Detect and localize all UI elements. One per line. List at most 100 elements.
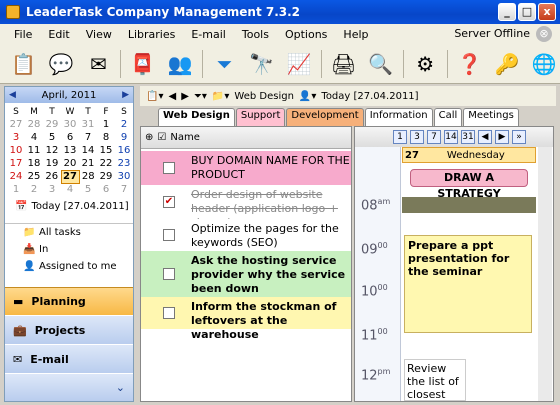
comment-icon[interactable]: 💬 bbox=[45, 48, 76, 80]
calendar-day[interactable]: 11 bbox=[25, 144, 43, 157]
user-filter-icon[interactable]: 👤▾ bbox=[299, 91, 316, 102]
calendar-day[interactable]: 31 bbox=[79, 118, 97, 131]
calendar-day[interactable]: 16 bbox=[115, 144, 133, 157]
nav-projects[interactable]: 💼 Projects bbox=[5, 316, 133, 344]
schedule-scrollbar[interactable] bbox=[538, 147, 552, 401]
tab-call[interactable]: Call bbox=[433, 108, 463, 126]
nav-more-button[interactable]: ⌄ bbox=[5, 374, 133, 401]
calendar-day[interactable]: 28 bbox=[25, 118, 43, 131]
calendar-day[interactable]: 2 bbox=[115, 118, 133, 131]
calendar-day[interactable]: 23 bbox=[115, 157, 133, 170]
tab-meetings[interactable]: Meetings bbox=[463, 108, 519, 126]
calendar-day[interactable]: 30 bbox=[61, 118, 79, 131]
view-31-days-button[interactable]: 31 bbox=[461, 130, 475, 144]
settings-gear-icon[interactable]: ⚙ bbox=[410, 48, 441, 80]
minimize-button[interactable]: _ bbox=[498, 3, 516, 21]
calendar-day[interactable]: 22 bbox=[97, 157, 115, 170]
calendar-day[interactable]: 29 bbox=[43, 118, 61, 131]
task-row[interactable]: BUY DOMAIN NAME FOR THE PRODUCT bbox=[141, 151, 351, 185]
help-icon[interactable]: ❓ bbox=[454, 48, 485, 80]
event-banner[interactable]: DRAW A STRATEGY bbox=[410, 169, 528, 200]
mail-icon[interactable]: ✉ bbox=[83, 48, 114, 80]
calendar-day[interactable]: 5 bbox=[43, 131, 61, 144]
view-3-days-button[interactable]: 3 bbox=[410, 130, 424, 144]
print-preview-icon[interactable]: 🔍 bbox=[365, 48, 396, 80]
calendar-day[interactable]: 4 bbox=[25, 131, 43, 144]
calendar-day[interactable]: 6 bbox=[61, 131, 79, 144]
calendar-day[interactable]: 30 bbox=[115, 170, 133, 183]
menu-email[interactable]: E-mail bbox=[183, 28, 234, 41]
task-row[interactable]: Ask the hosting service provider why the… bbox=[141, 251, 351, 297]
calendar-day[interactable]: 12 bbox=[43, 144, 61, 157]
globe-icon[interactable]: 🌐 bbox=[529, 48, 560, 80]
calendar-day[interactable]: 4 bbox=[61, 183, 79, 196]
calendar-day[interactable]: 15 bbox=[97, 144, 115, 157]
view-14-days-button[interactable]: 14 bbox=[444, 130, 458, 144]
tab-support[interactable]: Support bbox=[235, 108, 286, 126]
expand-icon[interactable]: ⊕ bbox=[145, 132, 153, 143]
view-1-days-button[interactable]: 1 bbox=[393, 130, 407, 144]
prev-month-icon[interactable]: ◀ bbox=[9, 90, 16, 100]
calendar-day[interactable]: 5 bbox=[79, 183, 97, 196]
menu-options[interactable]: Options bbox=[277, 28, 335, 41]
calendar-day[interactable]: 8 bbox=[97, 131, 115, 144]
folder-dropdown-icon[interactable]: 📁▾ bbox=[212, 91, 229, 102]
task-checkbox[interactable]: ✔ bbox=[163, 196, 175, 208]
menu-view[interactable]: View bbox=[78, 28, 120, 41]
key-icon[interactable]: 🔑 bbox=[491, 48, 522, 80]
calendar-day[interactable]: 26 bbox=[43, 170, 61, 183]
task-checkbox[interactable] bbox=[163, 268, 175, 280]
menu-edit[interactable]: Edit bbox=[40, 28, 77, 41]
calendar-day[interactable]: 19 bbox=[43, 157, 61, 170]
binoculars-icon[interactable]: 🔭 bbox=[246, 48, 277, 80]
calendar-day[interactable]: 21 bbox=[79, 157, 97, 170]
task-row[interactable]: Optimize the pages for the keywords (SEO… bbox=[141, 219, 351, 251]
calendar-day[interactable]: 17 bbox=[7, 157, 25, 170]
back-icon[interactable]: ◀ bbox=[168, 91, 176, 102]
calendar-day[interactable]: 3 bbox=[7, 131, 25, 144]
task-row[interactable]: Inform the stockman of leftovers at the … bbox=[141, 297, 351, 341]
new-task-icon[interactable]: 📋 bbox=[8, 48, 39, 80]
menu-libraries[interactable]: Libraries bbox=[120, 28, 184, 41]
menu-file[interactable]: File bbox=[6, 28, 40, 41]
folder-assigned[interactable]: 👤 Assigned to me bbox=[5, 258, 133, 275]
calendar-day[interactable]: 24 bbox=[7, 170, 25, 183]
event-note[interactable]: Prepare a ppt presentation for the semin… bbox=[404, 235, 532, 333]
calendar-day[interactable]: 27 bbox=[7, 118, 25, 131]
calendar-day[interactable]: 10 bbox=[7, 144, 25, 157]
chart-icon[interactable]: 📈 bbox=[283, 48, 314, 80]
calendar-day[interactable]: 18 bbox=[25, 157, 43, 170]
menu-tools[interactable]: Tools bbox=[234, 28, 277, 41]
view-7-days-button[interactable]: 7 bbox=[427, 130, 441, 144]
event-note-secondary[interactable]: Review the list of closest bbox=[404, 359, 466, 401]
calendar-day[interactable]: 13 bbox=[61, 144, 79, 157]
check-all-icon[interactable]: ☑ bbox=[157, 132, 166, 143]
folder-all-tasks[interactable]: 📁 All tasks bbox=[5, 224, 133, 241]
server-status-icon[interactable]: ⊗ bbox=[536, 26, 552, 42]
calendar-day[interactable]: 29 bbox=[97, 170, 115, 183]
forward-icon[interactable]: ▶ bbox=[181, 91, 189, 102]
filter-dropdown-icon[interactable]: ⏷▾ bbox=[194, 91, 207, 102]
calendar-day[interactable]: 1 bbox=[7, 183, 25, 196]
task-checkbox[interactable] bbox=[163, 229, 175, 241]
mailbox-icon[interactable]: 📮 bbox=[127, 48, 158, 80]
view-options-icon[interactable]: 📋▾ bbox=[146, 91, 163, 102]
print-icon[interactable]: 🖨 bbox=[328, 48, 359, 80]
schedule-nav-icon[interactable]: ◀ bbox=[478, 130, 492, 144]
calendar-day[interactable]: 7 bbox=[79, 131, 97, 144]
calendar-day[interactable]: 6 bbox=[97, 183, 115, 196]
calendar-day[interactable]: 9 bbox=[115, 131, 133, 144]
schedule-nav-icon[interactable]: ▶ bbox=[495, 130, 509, 144]
today-link[interactable]: 📅 Today [27.04.2011] bbox=[5, 198, 133, 214]
contacts-icon[interactable]: 👥 bbox=[164, 48, 195, 80]
task-row[interactable]: ✔ Order design of website header (applica… bbox=[141, 185, 351, 229]
calendar-day[interactable]: 25 bbox=[25, 170, 43, 183]
calendar-day[interactable]: 14 bbox=[79, 144, 97, 157]
task-checkbox[interactable] bbox=[163, 307, 175, 319]
calendar-day[interactable]: 3 bbox=[43, 183, 61, 196]
nav-planning[interactable]: ▬ Planning bbox=[5, 287, 133, 315]
calendar-day[interactable]: 1 bbox=[97, 118, 115, 131]
folder-in[interactable]: 📥 In bbox=[5, 241, 133, 258]
calendar-day[interactable]: 27 bbox=[60, 169, 80, 184]
nav-email[interactable]: ✉ E-mail bbox=[5, 345, 133, 373]
